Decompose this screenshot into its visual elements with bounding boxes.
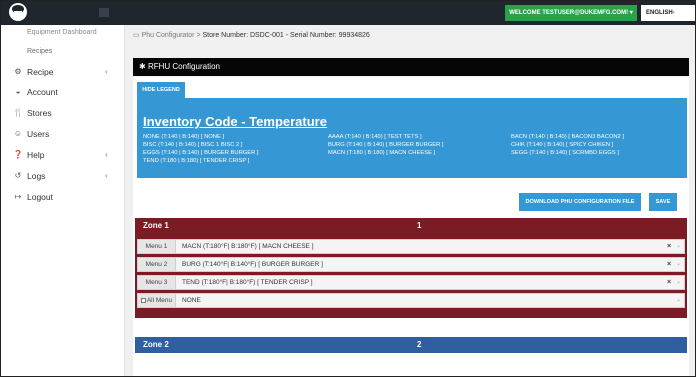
- sidebar-item-help[interactable]: ❓ Help ‹: [1, 146, 125, 164]
- chevron-left-icon: ‹: [105, 150, 108, 159]
- chevron-left-icon: ‹: [105, 67, 108, 76]
- menu-select-value[interactable]: TEND (T:180°F| B:180°F) [ TENDER CRISP ]: [182, 276, 313, 289]
- menu-label: Menu 2: [138, 258, 176, 271]
- chevron-down-icon[interactable]: ⌄: [676, 276, 681, 289]
- zone-number: 2: [417, 340, 422, 349]
- chevron-left-icon: ‹: [105, 171, 108, 180]
- stores-icon: 🍴: [13, 108, 23, 117]
- breadcrumb-root[interactable]: Phu Configurator: [142, 32, 195, 39]
- legend-column-3: BACN (T:140 | B:140) [ BACON3 BACON2 ] C…: [511, 133, 624, 157]
- zone-number: 1: [417, 221, 422, 230]
- chevron-down-icon[interactable]: ⌄: [676, 240, 681, 253]
- help-icon: ❓: [13, 150, 23, 159]
- gear-icon: ⚙: [14, 67, 22, 76]
- sidebar-item-label: Logs: [27, 171, 46, 181]
- legend-column-2: AAAA (T:140 | B:140) [ TEST TETS ] BURG …: [328, 133, 444, 157]
- top-bar: WELCOME TESTUSER@DUKEMFG.COM! ▾ ENGLISH-: [1, 1, 695, 25]
- menu-row-1[interactable]: Menu 1 MACN (T:180°F| B:180°F) [ MACN CH…: [137, 239, 685, 254]
- config-panel: HIDE LEGEND Inventory Code - Temperature…: [133, 77, 689, 376]
- menu-select-value[interactable]: BURG (T:140°F| B:140°F) [ BURGER BURGER …: [182, 258, 323, 271]
- chef-logo-icon[interactable]: [7, 2, 29, 22]
- main-content: ▭ Phu Configurator > Store Number: DSDC-…: [125, 25, 695, 376]
- clear-icon[interactable]: ×: [667, 258, 671, 271]
- legend-entry: MACN (T:180 | B:180) [ MACN CHEESE ]: [328, 150, 436, 156]
- legend-entry: EGGS (T:140 | B:140) [ BURGER BURGER ]: [143, 150, 259, 156]
- all-menu-label[interactable]: All Menu: [138, 294, 176, 307]
- download-config-button[interactable]: DOWNLOAD PHU CONFIGURATION FILE: [519, 193, 641, 211]
- breadcrumb-current: Store Number: DSDC-001 - Serial Number: …: [202, 32, 370, 39]
- sidebar-item-label: Stores: [27, 108, 52, 118]
- sidebar-item-label: Account: [27, 87, 58, 97]
- legend-entry: SEGG (T:140 | B:140) [ SCRMBD EGGS ]: [511, 150, 619, 156]
- sidebar-subitem-equipment-dashboard[interactable]: Equipment Dashboard: [27, 29, 97, 36]
- sidebar-item-logs[interactable]: ↺ Logs ‹: [1, 167, 125, 185]
- zone-name: Zone 2: [143, 340, 169, 349]
- sidebar: Equipment Dashboard Recipes ⚙ Recipe ‹ ◒…: [1, 25, 125, 376]
- sidebar-item-logout[interactable]: ↦ Logout: [1, 188, 125, 206]
- all-menu-select-value[interactable]: NONE: [182, 294, 201, 307]
- sidebar-item-label: Recipe: [27, 67, 54, 77]
- logs-icon: ↺: [14, 171, 22, 180]
- legend-entry: BURG (T:140 | B:140) [ BURGER BURGER ]: [328, 142, 444, 148]
- language-select[interactable]: ENGLISH-: [641, 5, 695, 21]
- legend-entry: BACN (T:140 | B:140) [ BACON3 BACON2 ]: [511, 134, 624, 140]
- app-frame: WELCOME TESTUSER@DUKEMFG.COM! ▾ ENGLISH-…: [0, 0, 696, 377]
- zone-1-header: Zone 1 1: [135, 218, 687, 234]
- clear-icon[interactable]: ×: [667, 240, 671, 253]
- breadcrumb-separator: >: [196, 32, 201, 39]
- menu-row-3[interactable]: Menu 3 TEND (T:180°F| B:180°F) [ TENDER …: [137, 275, 685, 290]
- sidebar-item-recipe[interactable]: ⚙ Recipe ‹: [1, 63, 125, 81]
- menu-row-2[interactable]: Menu 2 BURG (T:140°F| B:140°F) [ BURGER …: [137, 257, 685, 272]
- zone-2-header: Zone 2 2: [135, 337, 687, 353]
- legend-entry: NONE (T:140 | B:140) [ NONE ]: [143, 134, 225, 140]
- sidebar-item-label: Help: [27, 150, 45, 160]
- sidebar-item-stores[interactable]: 🍴 Stores: [1, 104, 125, 122]
- hide-legend-tab[interactable]: HIDE LEGEND: [137, 82, 185, 98]
- legend-column-1: NONE (T:140 | B:140) [ NONE ] BISC (T:14…: [143, 133, 259, 165]
- menu-select-value[interactable]: MACN (T:180°F| B:180°F) [ MACN CHEESE ]: [182, 240, 314, 253]
- user-menu-button[interactable]: WELCOME TESTUSER@DUKEMFG.COM! ▾: [505, 5, 637, 21]
- sidebar-item-label: Logout: [27, 192, 53, 202]
- legend-entry: TEND (T:180 | B:180) [ TENDER CRISP ]: [143, 158, 250, 164]
- menu-label: Menu 3: [138, 276, 176, 289]
- settings-icon: ✱: [139, 62, 146, 71]
- zone-1-card: Zone 1 1 Menu 1 MACN (T:180°F| B:180°F) …: [135, 218, 687, 318]
- legend-entry: BISC (T:140 | B:140) [ BISC 1 BISC 2 ]: [143, 142, 243, 148]
- sidebar-subitem-recipes[interactable]: Recipes: [27, 48, 52, 55]
- save-button[interactable]: SAVE: [649, 193, 677, 211]
- sidebar-item-users[interactable]: ☺ Users: [1, 125, 125, 143]
- page-title-bar: ✱ RFHU Configuration: [133, 58, 689, 76]
- clear-icon[interactable]: ×: [667, 276, 671, 289]
- all-menu-row[interactable]: All Menu NONE ⌄: [137, 293, 685, 308]
- menu-toggle-icon[interactable]: [99, 8, 109, 17]
- legend-title: Inventory Code - Temperature: [143, 114, 327, 129]
- chevron-down-icon[interactable]: ⌄: [676, 294, 681, 307]
- menu-label: Menu 1: [138, 240, 176, 253]
- chevron-down-icon[interactable]: ⌄: [676, 258, 681, 271]
- legend-entry: AAAA (T:140 | B:140) [ TEST TETS ]: [328, 134, 422, 140]
- all-menu-checkbox[interactable]: [140, 297, 146, 303]
- legend-entry: CHIK (T:140 | B:140) [ SPICY CHIKEN ]: [511, 142, 614, 148]
- monitor-icon: ▭: [133, 32, 140, 39]
- logout-icon: ↦: [14, 192, 22, 201]
- page-title: RFHU Configuration: [147, 62, 220, 71]
- legend-box: Inventory Code - Temperature NONE (T:140…: [137, 98, 687, 178]
- sidebar-item-label: Users: [27, 129, 50, 139]
- account-icon: ◒: [15, 87, 21, 96]
- users-icon: ☺: [13, 129, 23, 138]
- zone-name: Zone 1: [143, 221, 169, 230]
- sidebar-item-account[interactable]: ◒ Account: [1, 83, 125, 101]
- all-menu-text: All Menu: [146, 297, 173, 304]
- breadcrumb: ▭ Phu Configurator > Store Number: DSDC-…: [133, 31, 370, 39]
